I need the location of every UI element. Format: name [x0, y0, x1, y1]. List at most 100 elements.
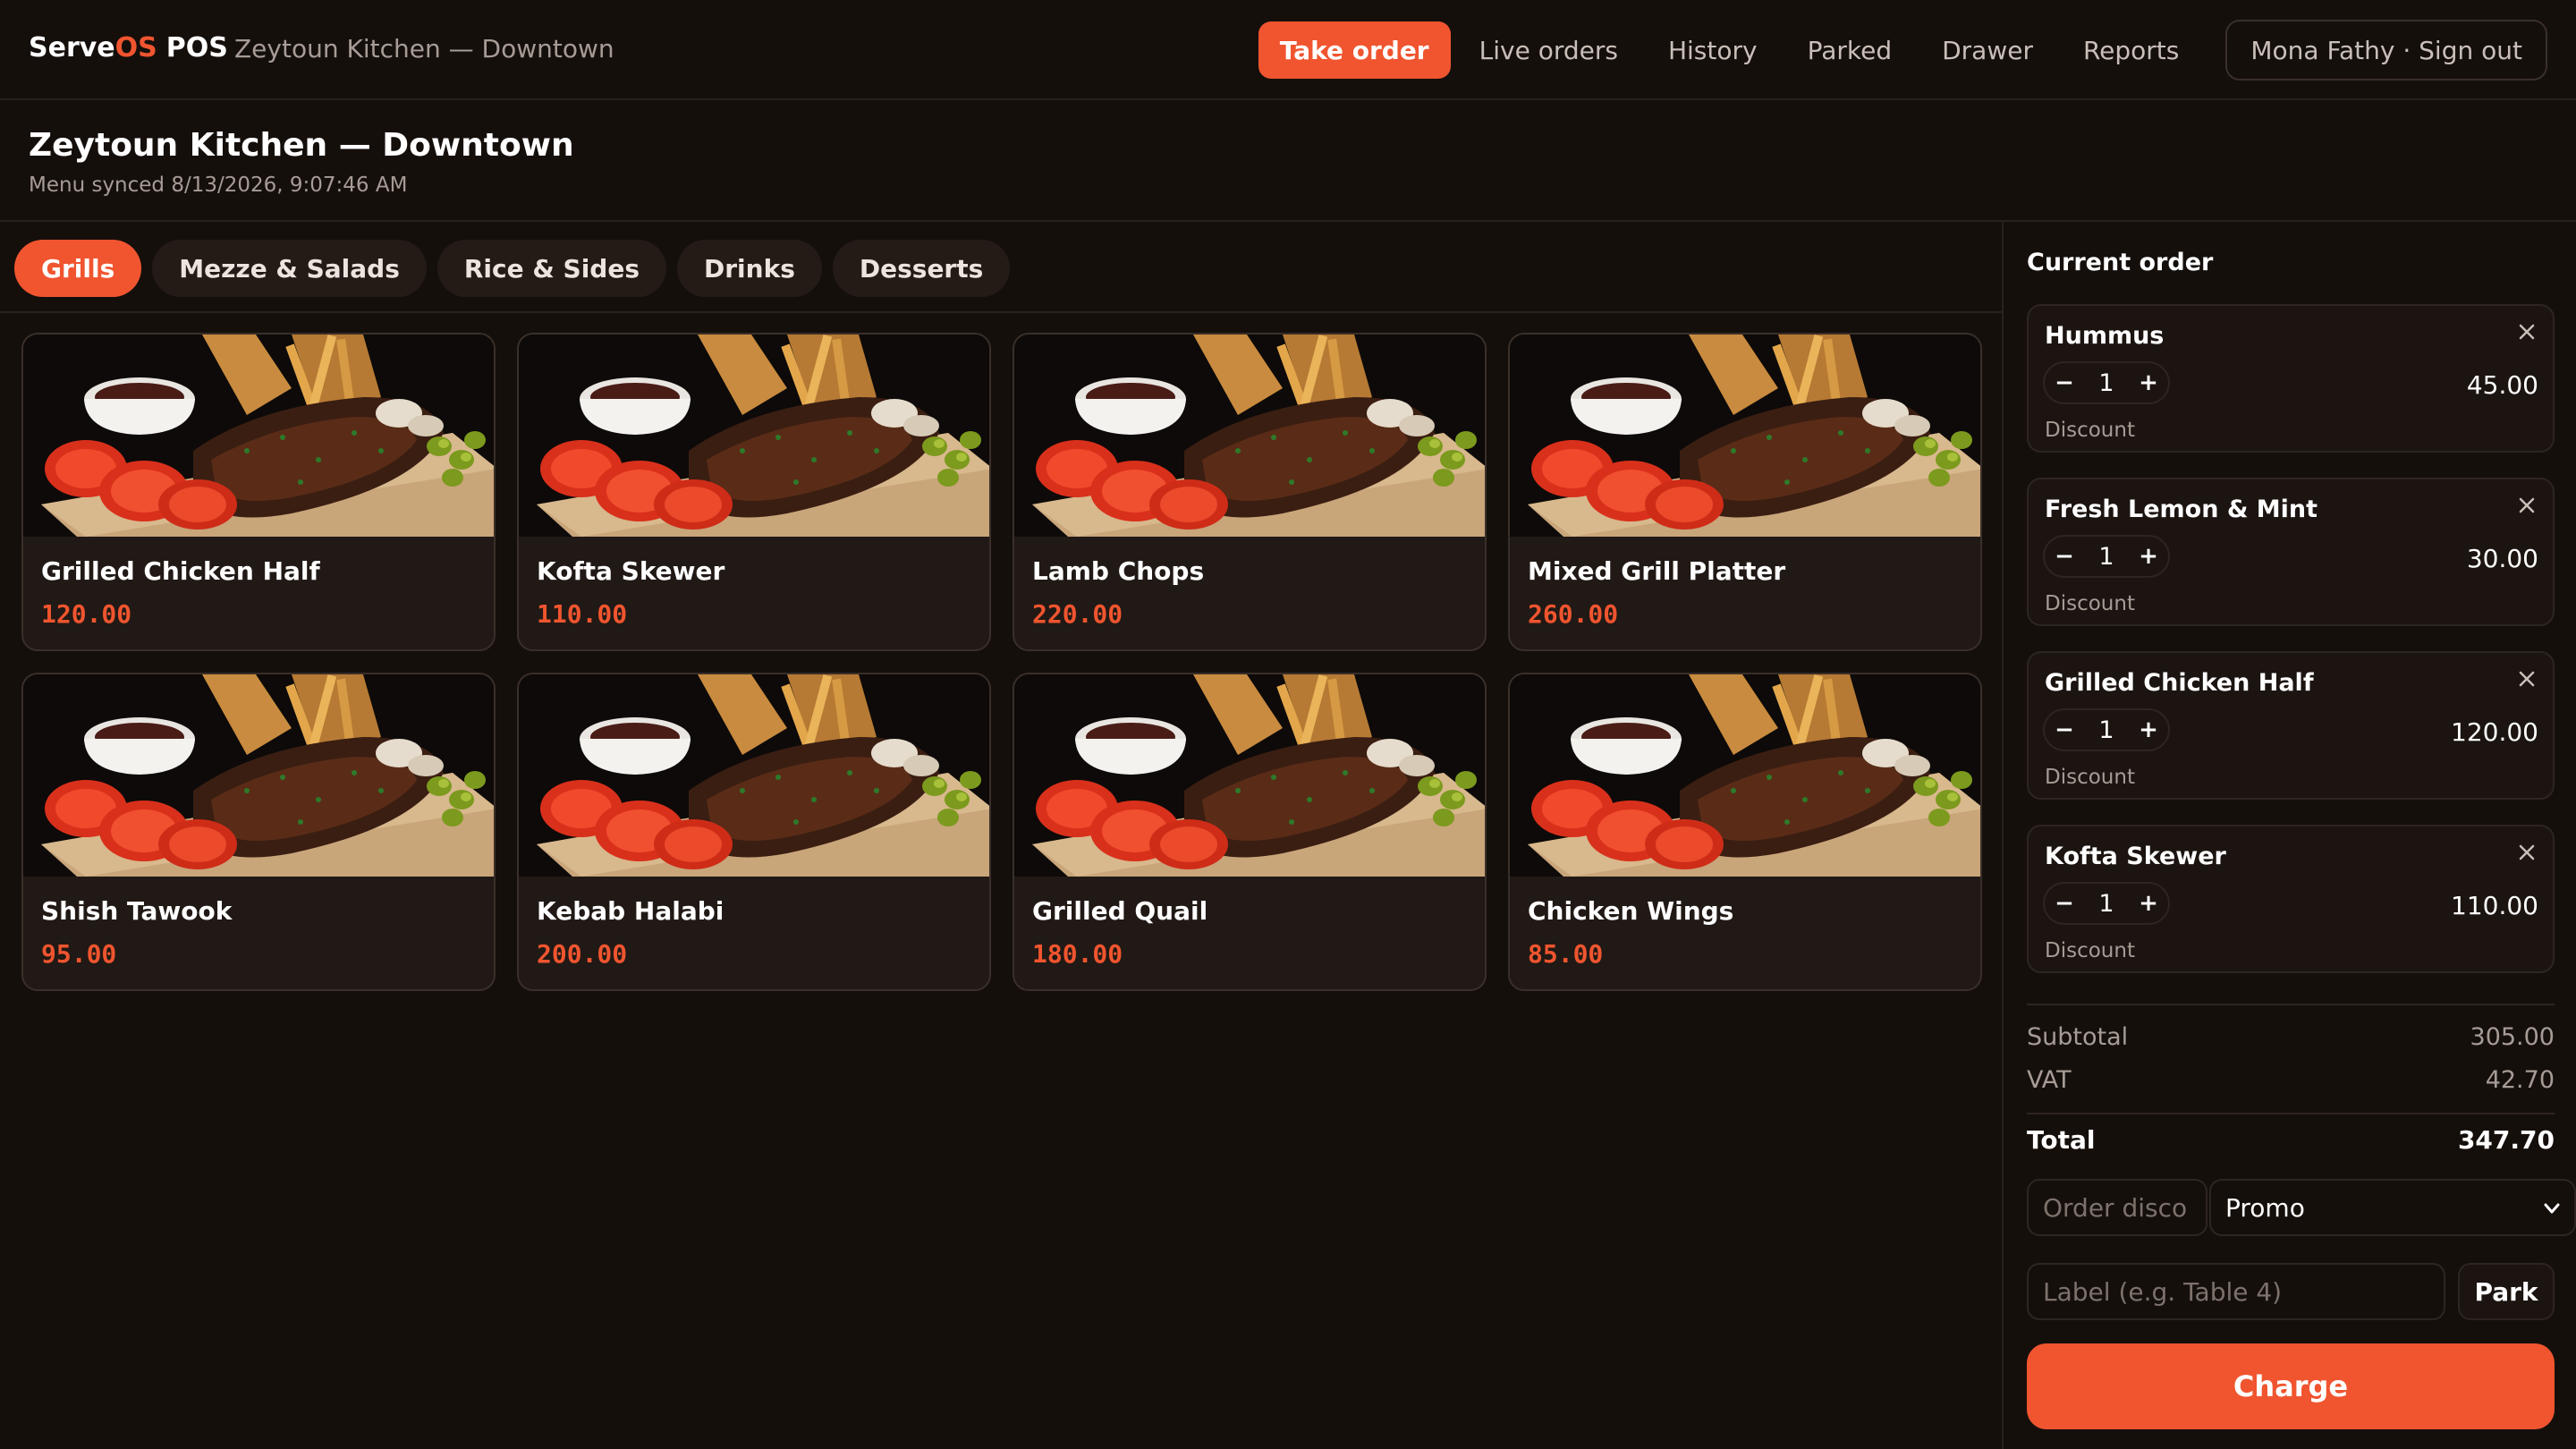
decrease-qty-button[interactable]: −	[2045, 543, 2084, 570]
menu-item-price: 180.00	[1032, 939, 1123, 969]
close-icon[interactable]	[2513, 492, 2540, 519]
item-discount-link[interactable]: Discount	[2045, 419, 2135, 442]
decrease-qty-button[interactable]: −	[2045, 890, 2084, 917]
food-image	[1014, 335, 1487, 537]
park-button[interactable]: Park	[2458, 1263, 2555, 1320]
menu-item-card[interactable]: Grilled Chicken Half 120.00	[21, 333, 496, 651]
menu-item-card[interactable]: Shish Tawook 95.00	[21, 673, 496, 991]
user-sign-out-button[interactable]: Mona Fathy · Sign out	[2225, 20, 2547, 80]
category-tabs: Grills Mezze & Salads Rice & Sides Drink…	[14, 240, 1021, 297]
food-image	[1510, 335, 1982, 537]
order-discount-input[interactable]: Order disco	[2027, 1179, 2207, 1236]
brand-part1: Serve	[29, 32, 115, 64]
food-image	[519, 674, 991, 877]
menu-item-card[interactable]: Mixed Grill Platter 260.00	[1508, 333, 1982, 651]
increase-qty-button[interactable]: +	[2129, 716, 2168, 743]
decrease-qty-button[interactable]: −	[2045, 716, 2084, 743]
menu-item-name: Lamb Chops	[1032, 556, 1205, 586]
quantity-stepper: − 1 +	[2043, 361, 2170, 404]
order-item-name: Grilled Chicken Half	[2045, 669, 2314, 697]
quantity-value: 1	[2098, 716, 2114, 744]
close-icon[interactable]	[2513, 839, 2540, 866]
brand-part3: POS	[165, 32, 228, 64]
menu-item-name: Grilled Chicken Half	[41, 556, 320, 586]
food-image	[23, 335, 496, 537]
order-label-input[interactable]: Label (e.g. Table 4)	[2027, 1263, 2445, 1320]
nav-drawer[interactable]: Drawer	[1920, 21, 2055, 79]
order-item-price: 45.00	[2466, 370, 2538, 400]
main-nav: Take order Live orders History Parked Dr…	[1251, 20, 2547, 80]
subtotal-label: Subtotal	[2027, 1023, 2129, 1051]
order-item-price: 30.00	[2466, 544, 2538, 573]
category-tab-rice-sides[interactable]: Rice & Sides	[436, 240, 666, 297]
category-tab-desserts[interactable]: Desserts	[832, 240, 1011, 297]
order-item-name: Kofta Skewer	[2045, 843, 2226, 870]
menu-item-price: 120.00	[41, 599, 132, 629]
category-tab-grills[interactable]: Grills	[14, 240, 142, 297]
menu-item-price: 220.00	[1032, 599, 1123, 629]
category-tab-drinks[interactable]: Drinks	[677, 240, 822, 297]
vat-label: VAT	[2027, 1066, 2072, 1094]
menu-item-name: Shish Tawook	[41, 896, 233, 926]
increase-qty-button[interactable]: +	[2129, 369, 2168, 396]
nav-parked[interactable]: Parked	[1786, 21, 1914, 79]
category-tab-mezze-salads[interactable]: Mezze & Salads	[152, 240, 427, 297]
chevron-down-icon	[2544, 1203, 2560, 1214]
top-bar: ServeOS POS Zeytoun Kitchen — Downtown Ta…	[0, 0, 2576, 100]
close-icon[interactable]	[2513, 665, 2540, 692]
menu-item-price: 95.00	[41, 939, 117, 969]
page-title: Zeytoun Kitchen — Downtown	[29, 127, 574, 164]
total-value: 347.70	[2457, 1125, 2555, 1155]
menu-item-card[interactable]: Lamb Chops 220.00	[1013, 333, 1487, 651]
app-logo: ServeOS POS	[29, 32, 228, 64]
menu-item-price: 110.00	[537, 599, 628, 629]
food-image	[1510, 674, 1982, 877]
food-image	[519, 335, 991, 537]
quantity-value: 1	[2098, 369, 2114, 397]
menu-sync-status: Menu synced 8/13/2026, 9:07:46 AM	[29, 174, 408, 197]
item-discount-link[interactable]: Discount	[2045, 939, 2135, 962]
charge-button[interactable]: Charge	[2027, 1343, 2555, 1429]
nav-history[interactable]: History	[1647, 21, 1779, 79]
order-item-price: 120.00	[2451, 717, 2538, 747]
item-discount-link[interactable]: Discount	[2045, 766, 2135, 789]
store-subtitle: Zeytoun Kitchen — Downtown	[234, 34, 614, 64]
menu-item-name: Chicken Wings	[1528, 896, 1734, 926]
food-image	[1014, 674, 1487, 877]
menu-item-price: 85.00	[1528, 939, 1604, 969]
close-icon[interactable]	[2513, 318, 2540, 345]
order-item-name: Fresh Lemon & Mint	[2045, 496, 2318, 523]
menu-item-name: Kebab Halabi	[537, 896, 724, 926]
order-line-item: Hummus − 1 + 45.00 Discount	[2027, 304, 2555, 453]
nav-reports[interactable]: Reports	[2062, 21, 2200, 79]
promo-select[interactable]: Promo	[2209, 1179, 2576, 1236]
quantity-stepper: − 1 +	[2043, 882, 2170, 925]
order-line-item: Kofta Skewer − 1 + 110.00 Discount	[2027, 825, 2555, 973]
subtotal-value: 305.00	[2470, 1023, 2555, 1051]
nav-live-orders[interactable]: Live orders	[1458, 21, 1640, 79]
menu-item-card[interactable]: Kofta Skewer 110.00	[517, 333, 991, 651]
quantity-stepper: − 1 +	[2043, 535, 2170, 578]
menu-item-card[interactable]: Kebab Halabi 200.00	[517, 673, 991, 991]
decrease-qty-button[interactable]: −	[2045, 369, 2084, 396]
increase-qty-button[interactable]: +	[2129, 543, 2168, 570]
quantity-value: 1	[2098, 542, 2114, 571]
divider	[0, 311, 2002, 313]
quantity-stepper: − 1 +	[2043, 708, 2170, 751]
brand-part2: OS	[114, 32, 157, 64]
menu-item-name: Kofta Skewer	[537, 556, 725, 586]
nav-take-order[interactable]: Take order	[1258, 21, 1451, 79]
menu-item-name: Grilled Quail	[1032, 896, 1208, 926]
page-header: Zeytoun Kitchen — Downtown Menu synced 8…	[0, 100, 2576, 222]
divider	[2027, 1004, 2555, 1005]
order-panel: Current order Hummus − 1 + 45.00 Discoun…	[2005, 222, 2576, 1449]
order-title: Current order	[2027, 249, 2214, 276]
menu-item-price: 260.00	[1528, 599, 1619, 629]
item-discount-link[interactable]: Discount	[2045, 592, 2135, 615]
increase-qty-button[interactable]: +	[2129, 890, 2168, 917]
menu-item-card[interactable]: Grilled Quail 180.00	[1013, 673, 1487, 991]
quantity-value: 1	[2098, 889, 2114, 918]
total-label: Total	[2027, 1125, 2096, 1155]
menu-item-card[interactable]: Chicken Wings 85.00	[1508, 673, 1982, 991]
order-item-name: Hummus	[2045, 322, 2165, 350]
